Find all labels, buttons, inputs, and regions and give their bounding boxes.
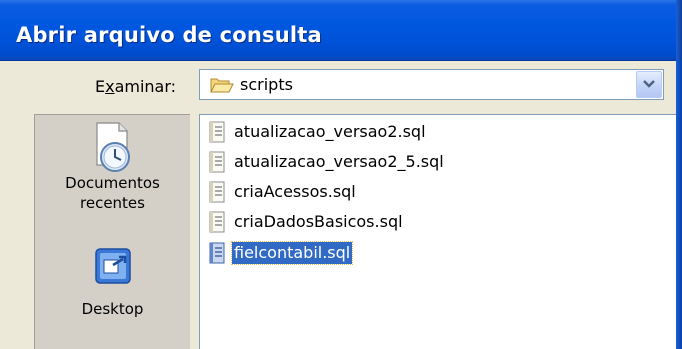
look-in-combobox[interactable]: scripts bbox=[199, 69, 664, 100]
sql-file-icon bbox=[209, 242, 225, 264]
recent-documents-icon bbox=[95, 122, 130, 172]
dialog-title: Abrir arquivo de consulta bbox=[16, 23, 322, 47]
places-bar: Documentos recentes Desktop bbox=[34, 114, 190, 349]
file-item[interactable]: criaDadosBasicos.sql bbox=[208, 209, 405, 235]
desktop-label: Desktop bbox=[81, 300, 144, 318]
file-name: fielcontabil.sql bbox=[230, 241, 354, 265]
sql-file-icon bbox=[209, 151, 225, 173]
look-in-label: Examinar: bbox=[95, 77, 176, 96]
folder-open-icon bbox=[210, 78, 234, 93]
file-name: atualizacao_versao2_5.sql bbox=[234, 152, 444, 171]
place-recent-documents[interactable]: Documentos recentes bbox=[35, 121, 190, 213]
file-item[interactable]: atualizacao_versao2_5.sql bbox=[208, 149, 446, 175]
open-query-file-dialog: Abrir arquivo de consulta Examinar: scri… bbox=[0, 0, 682, 349]
file-list[interactable]: atualizacao_versao2.sql atualizacao_vers… bbox=[199, 114, 676, 349]
recent-documents-label-line1: Documentos bbox=[65, 174, 160, 192]
file-item-selected[interactable]: fielcontabil.sql bbox=[208, 240, 354, 266]
sql-file-icon bbox=[209, 121, 225, 143]
file-name: criaDadosBasicos.sql bbox=[234, 212, 403, 231]
place-desktop[interactable]: Desktop bbox=[35, 245, 190, 319]
sql-file-icon bbox=[209, 181, 225, 203]
file-item[interactable]: atualizacao_versao2.sql bbox=[208, 119, 428, 145]
file-name: criaAcessos.sql bbox=[234, 182, 356, 201]
look-in-label-text: Examinar: bbox=[95, 77, 177, 96]
title-bar[interactable]: Abrir arquivo de consulta bbox=[0, 0, 682, 61]
file-item[interactable]: criaAcessos.sql bbox=[208, 179, 358, 205]
recent-documents-label-line2: recentes bbox=[80, 194, 145, 212]
look-in-dropdown-button[interactable] bbox=[636, 71, 662, 98]
desktop-icon bbox=[94, 248, 131, 284]
chevron-down-icon bbox=[643, 80, 655, 88]
window-border bbox=[676, 60, 682, 349]
look-in-value: scripts bbox=[240, 75, 293, 94]
sql-file-icon bbox=[209, 211, 225, 233]
file-name: atualizacao_versao2.sql bbox=[234, 122, 426, 141]
